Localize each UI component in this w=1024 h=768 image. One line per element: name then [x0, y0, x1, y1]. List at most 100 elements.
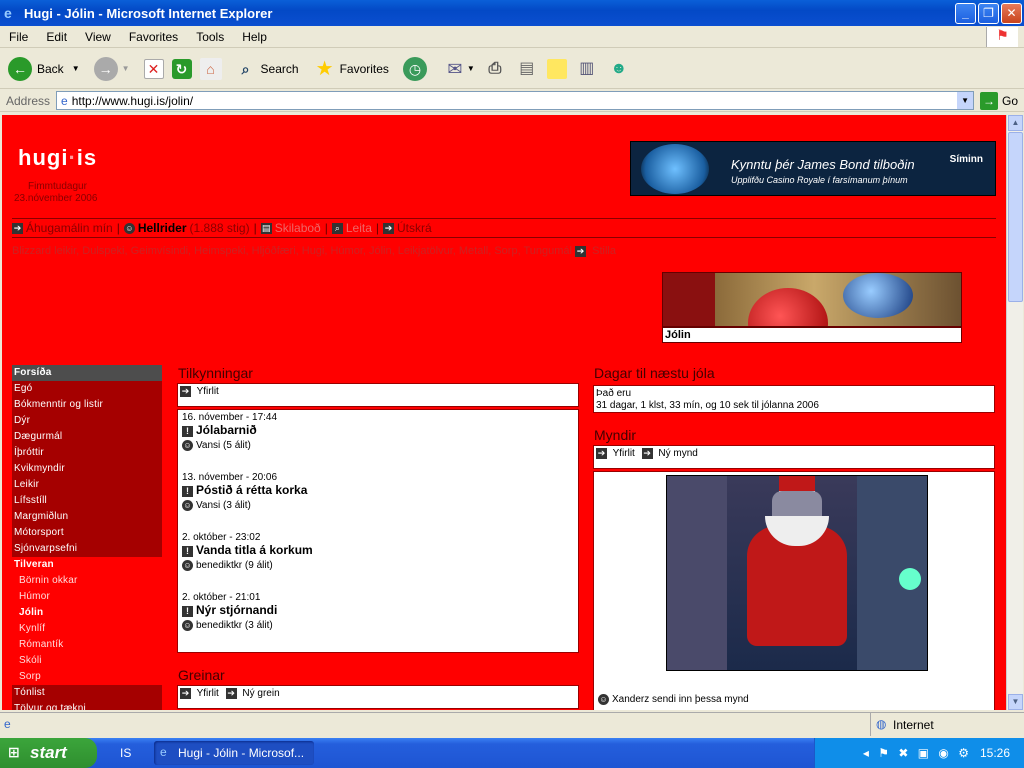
scroll-thumb[interactable]	[1008, 132, 1023, 302]
ie-task-icon: e	[160, 745, 167, 759]
my-interests-link[interactable]: Áhugamálin mín	[26, 221, 113, 235]
new-picture-link[interactable]: Ný mynd	[658, 448, 697, 459]
sidebar-item[interactable]: Forsíða	[12, 365, 162, 381]
sidebar-item[interactable]: Kvikmyndir	[12, 461, 162, 477]
sidebar-item[interactable]: Tónlist	[12, 685, 162, 701]
security-zone: Internet	[893, 718, 934, 732]
articles-overview-link[interactable]: Yfirlit	[197, 688, 219, 699]
sidebar-item[interactable]: Egó	[12, 381, 162, 397]
forward-arrow-icon: →	[93, 56, 118, 81]
language-indicator[interactable]: IS	[120, 746, 131, 760]
page-status-icon: e	[4, 717, 11, 731]
menu-bar: File Edit View Favorites Tools Help ⚑	[0, 26, 1024, 48]
stop-button[interactable]: ✕	[143, 58, 164, 79]
scroll-down-icon[interactable]: ▼	[1008, 694, 1023, 710]
sidebar-item[interactable]: Leikir	[12, 477, 162, 493]
sidebar-item[interactable]: Margmiðlun	[12, 509, 162, 525]
logout-link[interactable]: Útskrá	[397, 221, 432, 235]
author-link[interactable]: Vansi (5 álit)	[196, 440, 251, 451]
messenger-button[interactable]: ☻	[607, 57, 631, 81]
pictures-heading: Myndir	[594, 427, 637, 443]
minimize-button[interactable]: _	[955, 3, 976, 24]
user-face-icon: ☺	[123, 222, 135, 234]
search-link[interactable]: Leita	[346, 221, 372, 235]
sidebar-item[interactable]: Börnin okkar	[12, 573, 162, 589]
list-item: 16. nóvember - 17:44 ! Jólabarnið ☺ Vansi …	[182, 412, 278, 451]
mail-dropdown-icon[interactable]: ▼	[467, 64, 475, 73]
sidebar-item[interactable]: Skóli	[12, 653, 162, 669]
sidebar-item[interactable]: Tilveran	[12, 557, 162, 573]
mail-button[interactable]: ✉ ▼	[443, 57, 475, 81]
announcement-title-link[interactable]: Nýr stjórnandi	[196, 603, 277, 617]
santa-robot-image[interactable]	[666, 475, 928, 671]
ie-icon: e	[4, 5, 12, 21]
sidebar-item[interactable]: Lífsstíll	[12, 493, 162, 509]
refresh-button[interactable]: ↻	[171, 58, 192, 79]
sidebar-item[interactable]: Jólin	[12, 605, 162, 621]
discuss-button[interactable]	[546, 58, 567, 79]
countdown-timer: 31 dagar, 1 klst, 33 mín, og 10 sek til …	[596, 400, 819, 411]
address-input[interactable]: e http://www.hugi.is/jolin/ ▼	[56, 91, 975, 110]
close-button[interactable]: ✕	[1001, 3, 1022, 24]
sidebar-item[interactable]: Rómantík	[12, 637, 162, 653]
sidebar-item[interactable]: Húmor	[12, 589, 162, 605]
vertical-scrollbar[interactable]: ▲ ▼	[1006, 115, 1023, 710]
username-link[interactable]: Hellrider	[138, 221, 187, 235]
tray-icons[interactable]: ◂ ⚑ ✖ ▣ ◉ ⚙	[863, 746, 972, 760]
topics-settings-link[interactable]: Stilla	[592, 245, 616, 257]
research-icon: ▥	[579, 59, 595, 77]
maximize-button[interactable]: ❐	[978, 3, 999, 24]
notice-icon: !	[182, 606, 193, 617]
announcement-title-link[interactable]: Vanda titla á korkum	[196, 543, 313, 557]
logout-arrow-icon: ➔	[383, 222, 394, 234]
print-button[interactable]: ⎙	[483, 57, 507, 81]
list-item: 13. nóvember - 20:06 ! Póstið á rétta kor…	[182, 472, 308, 511]
menu-favorites[interactable]: Favorites	[120, 30, 187, 44]
back-arrow-icon: ←	[8, 56, 32, 81]
menu-help[interactable]: Help	[233, 30, 276, 44]
pictures-overview-link[interactable]: Yfirlit	[613, 448, 635, 459]
go-button[interactable]: → Go	[980, 91, 1018, 110]
scroll-up-icon[interactable]: ▲	[1008, 115, 1023, 131]
announcement-title-link[interactable]: Póstið á rétta korka	[196, 483, 307, 497]
menu-edit[interactable]: Edit	[37, 30, 76, 44]
list-item: 2. október - 21:01 ! Nýr stjórnandi ☺ bene…	[182, 592, 278, 631]
research-button[interactable]: ▥	[575, 57, 599, 81]
taskbar-ie-window[interactable]: e Hugi - Jólin - Microsof...	[154, 741, 314, 765]
sidebar-item[interactable]: Sjónvarpsefni	[12, 541, 162, 557]
back-dropdown-icon[interactable]: ▼	[72, 64, 80, 73]
sidebar-item[interactable]: Dægurmál	[12, 429, 162, 445]
author-link[interactable]: Vansi (3 álit)	[196, 500, 251, 511]
countdown-heading: Dagar til næstu jóla	[594, 365, 715, 381]
new-article-link[interactable]: Ný grein	[242, 688, 279, 699]
sidebar-item[interactable]: Mótorsport	[12, 525, 162, 541]
sidebar-item[interactable]: Kynlíf	[12, 621, 162, 637]
hugi-logo[interactable]: hugi·is	[18, 145, 97, 171]
author-link[interactable]: benediktkr (3 álit)	[196, 620, 273, 631]
address-dropdown-icon[interactable]: ▼	[957, 92, 974, 109]
picture-caption[interactable]: Xanderz sendi inn þessa mynd	[612, 694, 749, 705]
menu-tools[interactable]: Tools	[187, 30, 233, 44]
history-button[interactable]: ◷	[402, 56, 427, 81]
sidebar-item[interactable]: Sorp	[12, 669, 162, 685]
announcement-title-link[interactable]: Jólabarnið	[196, 423, 257, 437]
search-button[interactable]: ⌕ Search	[234, 57, 299, 81]
back-button[interactable]: ← Back ▼	[8, 56, 80, 81]
ad-banner[interactable]: Kynntu þér James Bond tilboðin Upplifðu …	[630, 141, 996, 196]
menu-file[interactable]: File	[0, 30, 37, 44]
forward-dropdown-icon[interactable]: ▼	[122, 64, 130, 73]
sidebar-item[interactable]: Bókmenntir og listir	[12, 397, 162, 413]
sidebar-item[interactable]: Tölvur og tækni	[12, 701, 162, 710]
start-button[interactable]: ⊞ start	[0, 738, 97, 768]
announcements-overview-link[interactable]: Yfirlit	[197, 386, 219, 397]
author-link[interactable]: benediktkr (9 álit)	[196, 560, 273, 571]
sidebar-item[interactable]: Íþróttir	[12, 445, 162, 461]
messages-link[interactable]: Skilaboð	[275, 221, 321, 235]
sidebar-item[interactable]: Dýr	[12, 413, 162, 429]
edit-button[interactable]: ▤	[515, 57, 539, 81]
home-button[interactable]: ⌂	[199, 57, 222, 80]
favorites-button[interactable]: ★ Favorites	[313, 57, 389, 81]
menu-view[interactable]: View	[76, 30, 120, 44]
list-item: 2. október - 23:02 ! Vanda titla á korkum…	[182, 532, 313, 571]
forward-button[interactable]: → ▼	[93, 56, 130, 81]
